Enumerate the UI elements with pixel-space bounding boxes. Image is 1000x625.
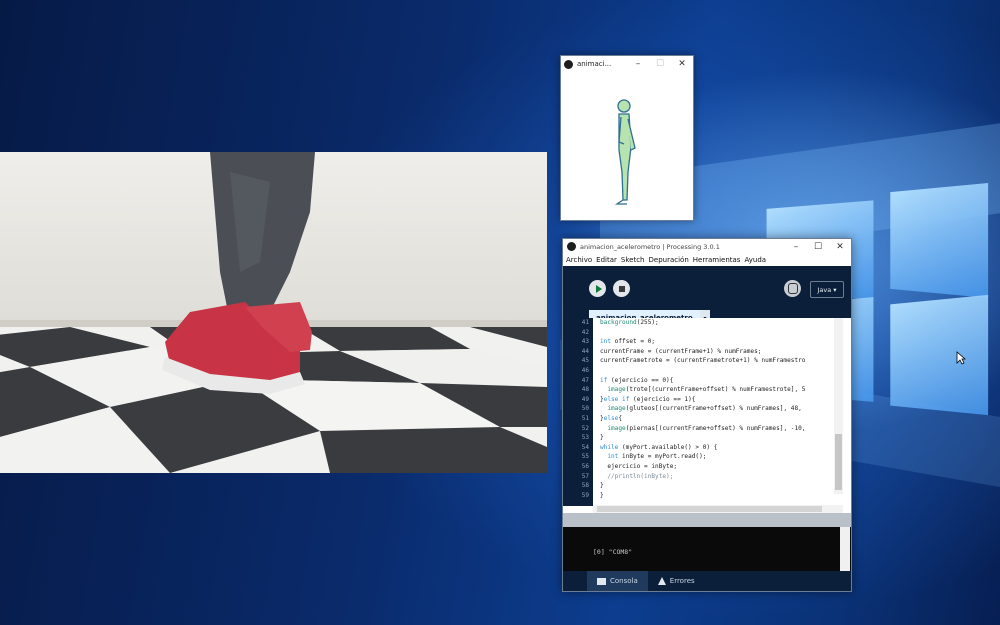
walking-person-legs [162, 152, 315, 394]
editor-console-divider[interactable] [563, 513, 851, 527]
code-line: int inByte = myPort.read(); [607, 453, 707, 461]
line-number: 54 [581, 443, 589, 451]
code-line: } [600, 491, 604, 499]
line-number: 43 [581, 338, 589, 346]
code-line: image(piernas[(currentFrame+offset) % nu… [607, 424, 806, 432]
ide-titlebar[interactable]: animacion_acelerometro | Processing 3.0.… [563, 239, 851, 254]
horizontal-scrollbar[interactable] [593, 505, 843, 513]
code-line: }else if (ejercicio == 1){ [600, 395, 696, 403]
menu-sketch[interactable]: Sketch [621, 256, 645, 264]
line-number: 46 [581, 367, 589, 374]
stop-icon [618, 285, 625, 292]
scrollbar-thumb[interactable] [597, 506, 822, 512]
console-tab-label: Consola [610, 577, 638, 585]
footer-tabs: Consola Errores [563, 571, 851, 591]
code-line: while (myPort.available() > 0) { [600, 443, 718, 451]
menu-archivo[interactable]: Archivo [566, 256, 592, 264]
debug-button[interactable] [784, 280, 801, 297]
line-number: 59 [581, 491, 589, 499]
line-number: 58 [581, 482, 589, 490]
code-line: }else{ [600, 415, 623, 422]
sketch-title: animaci... [577, 60, 612, 68]
toolbar: Java ▾ [563, 266, 851, 308]
menu-depuracion[interactable]: Depuración [649, 256, 689, 264]
line-number: 47 [581, 376, 589, 384]
code-line: image(gluteos[(currentFrame+offset) % nu… [607, 405, 802, 413]
mouse-cursor-icon [956, 351, 966, 365]
code-line: int offset = 0; [600, 338, 656, 346]
menu-herramientas[interactable]: Herramientas [693, 256, 741, 264]
menu-editar[interactable]: Editar [596, 256, 617, 264]
line-number: 50 [581, 405, 589, 413]
line-number: 41 [581, 319, 589, 326]
line-number: 45 [581, 357, 589, 365]
minimize-button[interactable]: – [627, 59, 649, 69]
line-number: 48 [581, 386, 589, 394]
line-number: 44 [581, 347, 589, 355]
debug-icon [787, 283, 798, 294]
processing-ide-window[interactable]: animacion_acelerometro | Processing 3.0.… [562, 238, 852, 592]
windows-logo-pane [890, 294, 989, 416]
line-number: 57 [581, 472, 589, 480]
mode-label: Java ▾ [817, 285, 837, 294]
sketch-titlebar[interactable]: animaci... – ☐ ✕ [561, 56, 693, 72]
video-frame [0, 152, 547, 473]
line-number: 55 [581, 453, 589, 461]
processing-logo-icon [567, 242, 576, 251]
processing-logo-icon [564, 59, 573, 69]
scrollbar-thumb[interactable] [835, 434, 842, 490]
code-line: background(255); [600, 319, 659, 326]
code-line: } [600, 434, 604, 442]
close-button[interactable]: ✕ [829, 242, 851, 252]
errors-tab-label: Errores [669, 577, 695, 585]
vertical-scrollbar[interactable] [834, 318, 843, 494]
line-number: 49 [581, 395, 589, 403]
ide-title: animacion_acelerometro | Processing 3.0.… [580, 242, 720, 251]
close-button[interactable]: ✕ [671, 59, 693, 69]
console-scrollbar[interactable] [840, 527, 850, 571]
windows-logo-pane [890, 183, 989, 298]
code-line: if (ejercicio == 0){ [600, 376, 674, 384]
warning-icon [657, 577, 666, 585]
code-line: } [600, 482, 604, 490]
run-button[interactable] [589, 280, 606, 297]
line-number: 51 [581, 415, 589, 422]
code-editor[interactable]: 41 42 43 44 45 46 47 48 49 50 51 52 53 54 55 56 57 58 59 b… [563, 318, 851, 506]
line-number: 52 [581, 424, 589, 432]
console-text: [0] "COM8" [593, 548, 633, 556]
menu-ayuda[interactable]: Ayuda [744, 256, 766, 264]
tab-console[interactable]: Consola [587, 571, 648, 591]
stop-button[interactable] [613, 280, 630, 297]
code-line: currentFrametrote = (currentFrametrote+1… [600, 357, 806, 365]
line-number: 53 [581, 434, 589, 442]
line-number: 42 [581, 328, 589, 336]
console-output: [0] "COM8" [563, 527, 851, 571]
minimize-button[interactable]: – [785, 242, 807, 252]
line-number-gutter: 41 42 43 44 45 46 47 48 49 50 51 52 53 54 55 56 57 58 59 [563, 318, 593, 506]
menu-bar: Archivo Editar Sketch Depuración Herrami… [563, 254, 851, 266]
code-line: currentFrame = (currentFrame+1) % numFra… [600, 347, 762, 355]
play-icon [595, 284, 602, 293]
animated-figure [614, 99, 636, 205]
code-line: //println(inByte); [600, 472, 674, 480]
tab-errors[interactable]: Errores [648, 571, 705, 591]
mode-selector[interactable]: Java ▾ [810, 281, 844, 298]
maximize-button[interactable]: ☐ [807, 242, 829, 252]
line-number: 56 [581, 463, 589, 470]
console-icon [597, 577, 606, 585]
code-line: ejercicio = inByte; [600, 463, 678, 470]
maximize-button[interactable]: ☐ [649, 59, 671, 69]
code-line: image(trote[(currentFrame+offset) % numF… [607, 386, 806, 394]
sketch-window[interactable]: animaci... – ☐ ✕ [560, 55, 694, 221]
